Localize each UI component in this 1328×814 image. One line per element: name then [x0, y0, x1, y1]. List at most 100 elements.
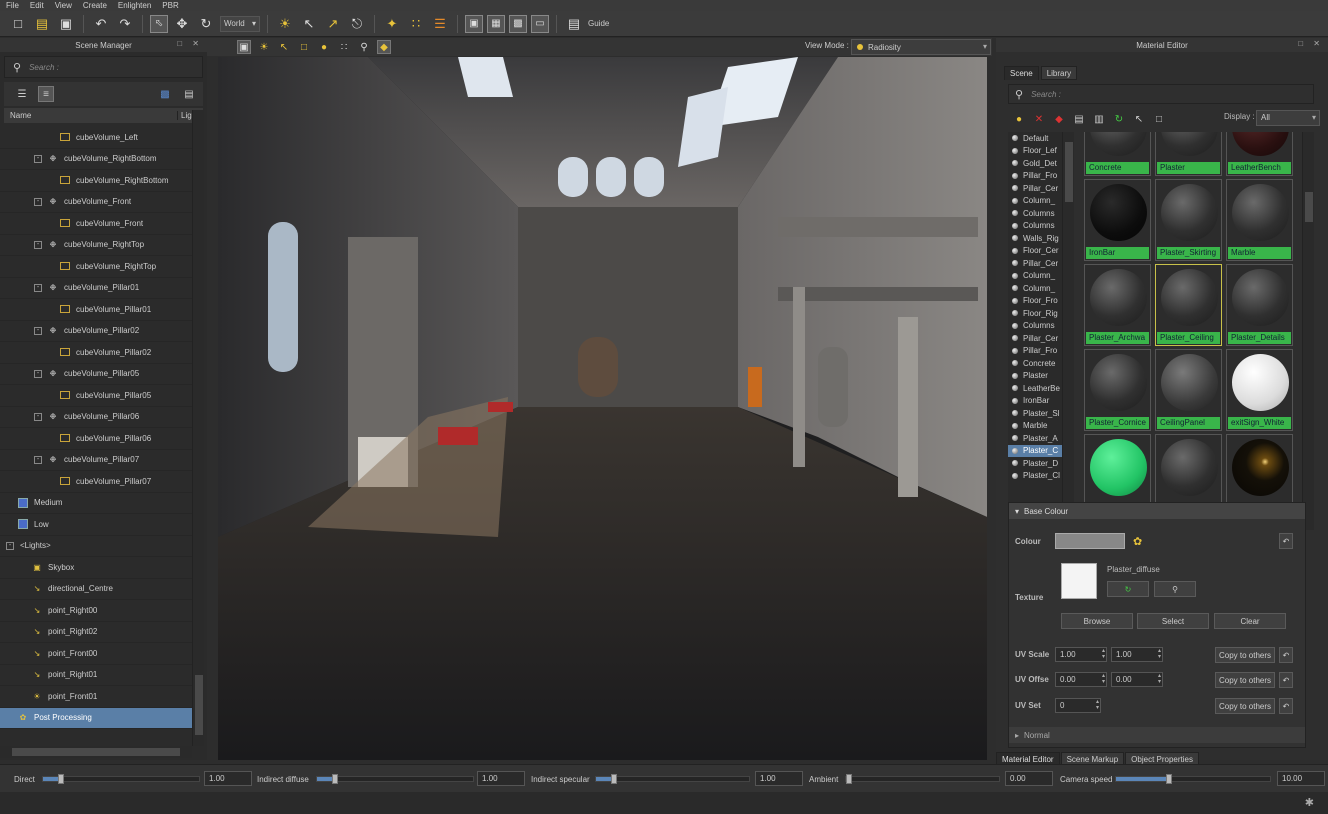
name-column-header[interactable]: Name [4, 111, 178, 120]
thumbnail-grid-scrollbar[interactable] [1302, 132, 1314, 530]
browse-button[interactable]: Browse [1061, 613, 1133, 629]
collapse-toggle-icon[interactable]: - [34, 412, 42, 421]
sphere-toggle-icon[interactable]: ● [317, 40, 331, 54]
redo-icon[interactable]: ↷ [115, 14, 135, 34]
indirect-specular-value[interactable]: 1.00 [755, 771, 803, 786]
uv-offset-v-input[interactable]: 0.00 ▴ ▾ [1111, 672, 1163, 687]
probe-toggle-icon[interactable]: ↖ [277, 40, 291, 54]
material-thumbnail[interactable]: Concrete [1084, 132, 1151, 176]
rotate-tool-icon[interactable]: ↻ [196, 14, 216, 34]
material-thumbnail[interactable]: exitSign_White [1226, 349, 1293, 431]
material-search-input[interactable]: ⚲ Search : [1008, 84, 1314, 104]
tree-row[interactable]: cubeVolume_Pillar07 [0, 471, 192, 493]
scrollbar-thumb[interactable] [12, 748, 180, 756]
add-light-icon[interactable]: ☀ [275, 14, 295, 34]
red-cube-icon[interactable]: ◆ [1053, 114, 1065, 125]
material-thumbnail[interactable]: Plaster [1155, 132, 1222, 176]
spot-light-icon[interactable]: ↗ [323, 14, 343, 34]
tree-row[interactable]: ✿ Post Processing [0, 707, 192, 729]
view-mode-select[interactable]: Radiosity ▾ [851, 39, 991, 55]
slider-thumb[interactable] [58, 774, 65, 784]
view-grid-icon[interactable]: ▩ [509, 14, 527, 33]
uv-set-input[interactable]: 0 ▴ ▾ [1055, 698, 1101, 713]
grid-toggle-icon[interactable]: ∷ [337, 40, 351, 54]
guide-book-icon[interactable]: ▤ [564, 14, 584, 34]
ambient-slider[interactable] [845, 774, 1000, 784]
spinner-arrows-icon[interactable]: ▴ ▾ [1102, 648, 1105, 660]
slider-thumb[interactable] [846, 774, 852, 784]
tree-row[interactable]: cubeVolume_Left [0, 127, 192, 149]
delete-icon[interactable]: ✕ [1033, 114, 1045, 125]
menu-item-file[interactable]: File [6, 0, 19, 11]
filter-icon[interactable]: ▩ [157, 86, 173, 102]
slider-thumb[interactable] [611, 774, 618, 784]
sphere-icon[interactable]: ● [1013, 114, 1025, 125]
tree-row[interactable]: - ❉ cubeVolume_Pillar02 [0, 321, 192, 342]
tree-row[interactable]: ↘ point_Front00 [0, 643, 192, 665]
tab-library[interactable]: Library [1040, 66, 1078, 80]
zoom-icon[interactable]: ⚲ [357, 40, 371, 54]
spinner-arrows-icon[interactable]: ▴ ▾ [1158, 648, 1161, 660]
uv-offset-u-input[interactable]: 0.00 ▴ ▾ [1055, 672, 1107, 687]
radiosity-toggle-icon[interactable]: ◆ [377, 40, 391, 54]
tree-row[interactable]: cubeVolume_Pillar05 [0, 385, 192, 407]
collapse-toggle-icon[interactable]: - [34, 283, 42, 292]
select-button[interactable]: Select [1137, 613, 1209, 629]
tree-row[interactable]: ☀ point_Front01 [0, 686, 192, 708]
indirect-specular-slider[interactable] [595, 774, 750, 784]
tree-row[interactable]: - ❉ cubeVolume_Front [0, 192, 192, 213]
scene-tree-hscrollbar[interactable] [0, 746, 192, 758]
menu-item-view[interactable]: View [55, 0, 72, 11]
material-thumbnail[interactable]: Plaster_Details [1226, 264, 1293, 346]
pick-icon[interactable]: ↖ [1133, 114, 1145, 125]
collapse-toggle-icon[interactable]: - [34, 455, 42, 464]
tree-row[interactable]: ↘ point_Right01 [0, 665, 192, 686]
tree-row[interactable]: cubeVolume_Pillar06 [0, 428, 192, 450]
tree-row[interactable]: ↘ directional_Centre [0, 579, 192, 600]
refresh-icon[interactable]: ↻ [1113, 114, 1125, 125]
tree-row[interactable]: ↘ point_Right02 [0, 622, 192, 643]
tree-row[interactable]: - ❉ cubeVolume_Pillar06 [0, 407, 192, 428]
scene-search-input[interactable]: ⚲ Search : [4, 56, 203, 78]
scene-tree-vscrollbar[interactable] [192, 110, 204, 746]
scrollbar-thumb[interactable] [1065, 142, 1073, 202]
indirect-diffuse-slider[interactable] [316, 774, 474, 784]
direct-value[interactable]: 1.00 [204, 771, 252, 786]
magic-wand-icon[interactable]: ✦ [382, 14, 402, 34]
copy-uv-offset-button[interactable]: Copy to others [1215, 672, 1275, 688]
reset-uv-scale-button[interactable]: ↶ [1279, 647, 1293, 663]
clear-button[interactable]: Clear [1214, 613, 1286, 629]
tree-row[interactable]: - ❉ cubeVolume_Pillar07 [0, 450, 192, 471]
material-thumbnail[interactable]: Plaster_Skirting [1155, 179, 1222, 261]
base-colour-header[interactable]: ▾ Base Colour [1009, 503, 1305, 519]
view-cube-icon[interactable]: ▭ [531, 14, 549, 33]
color-wheel-icon[interactable]: ✿ [1133, 535, 1142, 548]
layers-icon[interactable]: ☰ [430, 14, 450, 34]
tree-row[interactable]: cubeVolume_Pillar01 [0, 299, 192, 321]
tree-row[interactable]: - <Lights> [0, 536, 192, 557]
move-tool-icon[interactable]: ✥ [172, 14, 192, 34]
display-filter-select[interactable]: All ▾ [1256, 110, 1320, 126]
tree-row[interactable]: - ❉ cubeVolume_Pillar05 [0, 364, 192, 385]
material-thumbnail[interactable]: LeatherBench [1226, 132, 1293, 176]
uv-scale-u-input[interactable]: 1.00 ▴ ▾ [1055, 647, 1107, 662]
tree-row[interactable]: cubeVolume_Front [0, 213, 192, 235]
texture-thumbnail[interactable] [1061, 563, 1097, 599]
list-view-icon[interactable]: ☰ [14, 86, 30, 102]
view-split-icon[interactable]: ▦ [487, 14, 505, 33]
save-icon[interactable]: ▣ [56, 14, 76, 34]
material-list-scrollbar[interactable] [1062, 132, 1074, 530]
reset-colour-button[interactable]: ↶ [1279, 533, 1293, 549]
open-folder-icon[interactable]: ▤ [32, 14, 52, 34]
material-thumbnail[interactable]: Marble [1226, 179, 1293, 261]
reload-texture-button[interactable]: ↻ [1107, 581, 1149, 597]
normal-header[interactable]: ▸ Normal [1009, 727, 1305, 743]
material-thumbnail[interactable]: Plaster_Ceiling [1155, 264, 1222, 346]
particles-icon[interactable]: ∷ [406, 14, 426, 34]
light-toggle-icon[interactable]: ☀ [257, 40, 271, 54]
camera-icon[interactable]: ▣ [237, 40, 251, 54]
material-thumbnail[interactable]: CeilingPanel [1155, 349, 1222, 431]
tab-scene[interactable]: Scene [1004, 66, 1039, 80]
reset-uv-set-button[interactable]: ↶ [1279, 698, 1293, 714]
menu-item-pbr[interactable]: PBR [162, 0, 178, 11]
